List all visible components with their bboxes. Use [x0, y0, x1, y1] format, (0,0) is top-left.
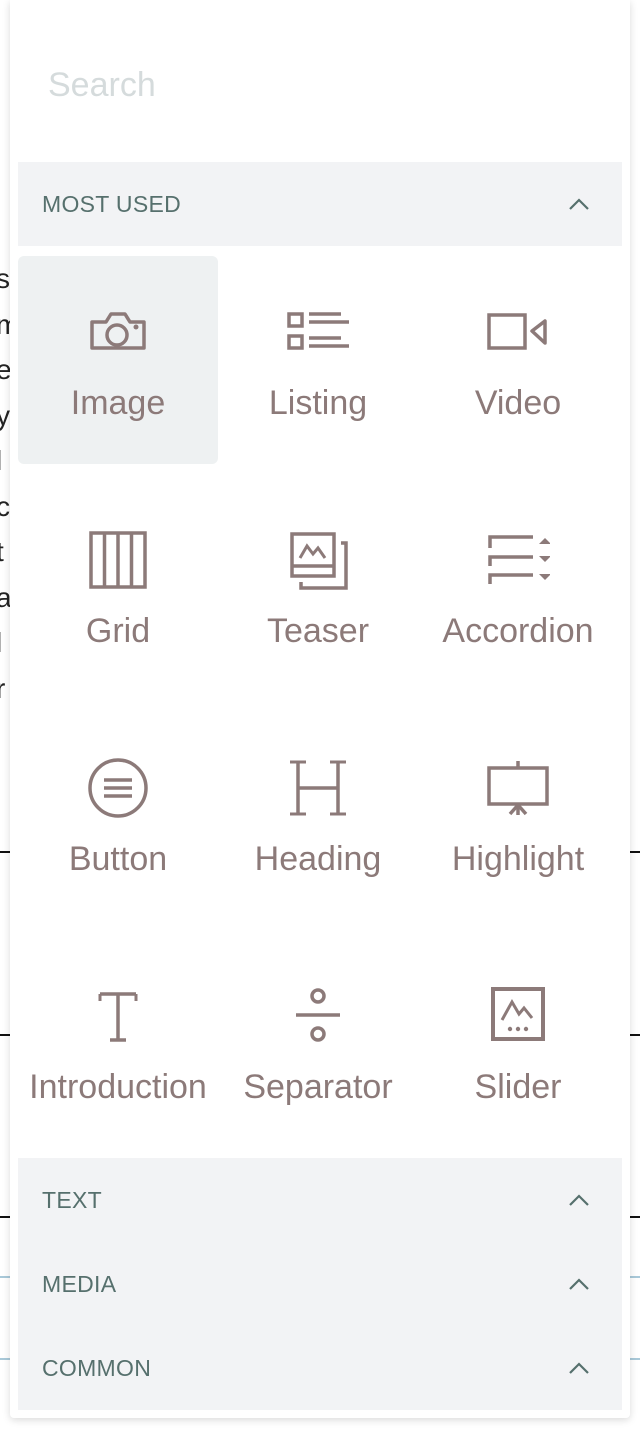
- section-title: MEDIA: [42, 1270, 117, 1297]
- block-heading[interactable]: Heading: [218, 712, 418, 920]
- camera-icon: [90, 312, 146, 350]
- block-accordion[interactable]: Accordion: [418, 484, 618, 692]
- teaser-image-icon: [290, 532, 348, 590]
- search-input[interactable]: [10, 40, 630, 130]
- heading-icon: [290, 760, 346, 816]
- list-icon: [287, 312, 349, 350]
- block-highlight[interactable]: Highlight: [418, 712, 618, 920]
- divide-icon: [296, 988, 340, 1042]
- block-button[interactable]: Button: [18, 712, 218, 920]
- section-media-header[interactable]: MEDIA: [18, 1242, 622, 1326]
- block-label: Slider: [474, 1068, 562, 1106]
- section-common-header[interactable]: COMMON: [18, 1326, 622, 1410]
- block-grid[interactable]: Grid: [18, 484, 218, 692]
- slider-image-icon: [491, 987, 545, 1041]
- section-title: MOST USED: [42, 190, 182, 217]
- block-teaser[interactable]: Teaser: [218, 484, 418, 692]
- chevron-up-icon: [569, 1194, 589, 1206]
- text-t-icon: [98, 992, 138, 1042]
- chevron-up-icon: [569, 198, 589, 210]
- block-introduction[interactable]: Introduction: [18, 940, 218, 1148]
- section-text-header[interactable]: TEXT: [18, 1158, 622, 1242]
- chevron-up-icon: [569, 1278, 589, 1290]
- block-video[interactable]: Video: [418, 256, 618, 464]
- block-listing[interactable]: Listing: [218, 256, 418, 464]
- section-title: TEXT: [42, 1186, 102, 1213]
- block-label: Video: [474, 384, 562, 422]
- section-title: COMMON: [42, 1354, 152, 1381]
- chevron-up-icon: [569, 1362, 589, 1374]
- block-slider[interactable]: Slider: [418, 940, 618, 1148]
- block-label: Accordion: [442, 612, 594, 650]
- grid-columns-icon: [89, 531, 147, 589]
- block-chooser-panel: MOST USED Image Listing: [10, 0, 630, 1418]
- accordion-icon: [488, 535, 550, 584]
- block-image[interactable]: Image: [18, 256, 218, 464]
- video-camera-icon: [487, 313, 547, 350]
- block-separator[interactable]: Separator: [218, 940, 418, 1148]
- blocks-grid: Image Listing Video Grid Teaser Accordio…: [18, 256, 622, 1168]
- button-icon: [88, 758, 148, 818]
- presentation-board-icon: [487, 761, 549, 816]
- block-label: Highlight: [451, 840, 585, 878]
- section-most-used-header[interactable]: MOST USED: [18, 162, 622, 246]
